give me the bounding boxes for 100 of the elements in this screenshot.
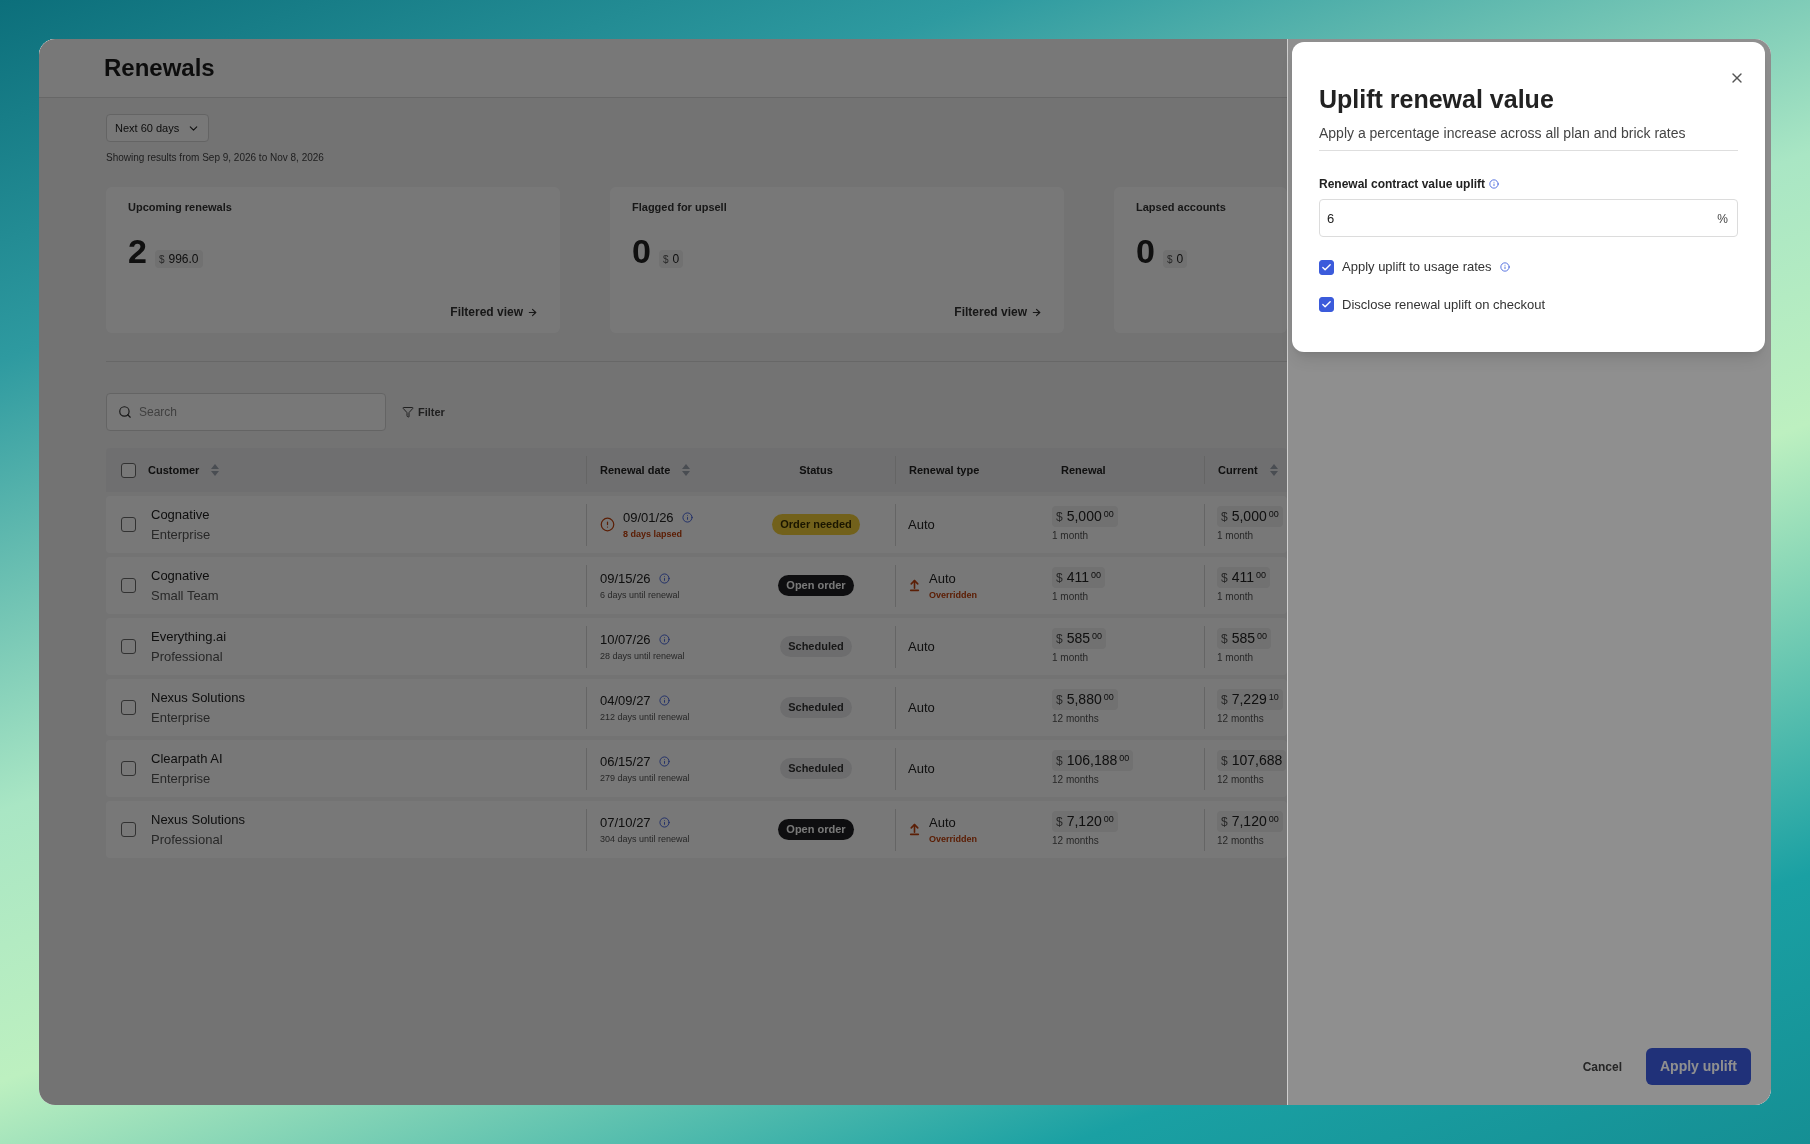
- filtered-view-link[interactable]: Filtered view: [450, 303, 538, 321]
- info-icon[interactable]: [1489, 179, 1500, 190]
- renewal-type: Auto: [908, 698, 935, 717]
- column-header: Status: [799, 462, 833, 478]
- term: 12 months: [1052, 834, 1100, 848]
- term: 1 month: [1052, 529, 1090, 543]
- term: 1 month: [1052, 651, 1090, 665]
- amount: $ 106,188$^{00}$: [1052, 750, 1134, 771]
- info-icon[interactable]: [658, 756, 670, 768]
- arrow-right-icon: [1031, 306, 1042, 318]
- filter-icon: [402, 406, 414, 418]
- select-all-checkbox[interactable]: [121, 462, 136, 478]
- option-checkbox[interactable]: [1319, 297, 1334, 312]
- search-icon: [118, 405, 132, 419]
- plan-name: Enterprise: [151, 525, 211, 544]
- sort-icon[interactable]: [211, 464, 220, 476]
- cancel-button[interactable]: Cancel: [1574, 1057, 1630, 1076]
- table-row[interactable]: Nexus Solutions Professional 07/10/27 304 days until renewal Open order Auto Overridden $ 7,120$^{00}$ 12 months $ 7,120$^{00}$ 12 months: [106, 801, 1287, 858]
- table-row[interactable]: Nexus Solutions Enterprise 04/09/27 212 days until renewal Scheduled Auto $ 5,880$^{00}$ 12 months $ 7,229$^{10}$ 12 months: [106, 679, 1287, 736]
- sort-icon[interactable]: [682, 464, 691, 476]
- renewal-type: Auto: [908, 515, 935, 534]
- table-row[interactable]: Cognative Enterprise 09/01/26 8 days lapsed Order needed Auto $ 5,000$^{00}$ 1 month $ 5,000$^{00}$ 1 month: [106, 496, 1287, 553]
- status-badge: Open order: [778, 819, 854, 840]
- info-icon[interactable]: [658, 573, 670, 585]
- plan-name: Professional: [151, 647, 224, 666]
- row-checkbox[interactable]: [121, 578, 136, 593]
- amount: $ 7,120$^{00}$: [1052, 811, 1118, 832]
- term: 12 months: [1052, 712, 1100, 726]
- renewal-date: 04/09/27: [600, 692, 651, 710]
- date-note: 28 days until renewal: [600, 649, 685, 663]
- info-icon[interactable]: [658, 695, 670, 707]
- page-title: Renewals: [104, 53, 215, 83]
- row-checkbox[interactable]: [121, 822, 136, 837]
- term: 1 month: [1217, 590, 1255, 604]
- option-label: Apply uplift to usage rates: [1342, 258, 1492, 277]
- amount: $ 7,229$^{10}$: [1217, 689, 1283, 710]
- column-header: Renewal type: [909, 462, 980, 478]
- term: 12 months: [1217, 712, 1265, 726]
- info-icon[interactable]: [658, 817, 670, 829]
- row-checkbox[interactable]: [121, 639, 136, 654]
- amount: $ 411$^{00}$: [1217, 567, 1271, 588]
- info-icon[interactable]: [681, 512, 693, 524]
- column-header: Renewal: [1061, 462, 1106, 478]
- range-note: Showing results from Sep 9, 2026 to Nov 8, 2026: [106, 151, 325, 165]
- amount: $ 411$^{00}$: [1052, 567, 1106, 588]
- row-checkbox[interactable]: [121, 761, 136, 776]
- sort-icon[interactable]: [1269, 464, 1278, 476]
- column-header: Customer: [148, 462, 200, 478]
- term: 12 months: [1217, 773, 1265, 787]
- renewal-type: Auto: [929, 814, 957, 832]
- amount: $ 5,000$^{00}$: [1217, 506, 1283, 527]
- customer-name: Clearpath AI: [151, 750, 223, 768]
- search-field[interactable]: Search: [106, 393, 386, 431]
- card-amount: $ 996.0: [154, 249, 203, 268]
- renewal-date: 06/15/27: [600, 753, 651, 771]
- status-badge: Scheduled: [780, 697, 852, 718]
- customer-name: Everything.ai: [151, 628, 227, 646]
- renewal-date: 09/15/26: [600, 570, 651, 588]
- date-note: 304 days until renewal: [600, 832, 690, 846]
- table-row[interactable]: Clearpath AI Enterprise 06/15/27 279 days until renewal Scheduled Auto $ 106,188$^{00}$ 12 months $ 107,688 12 months: [106, 740, 1287, 797]
- dialog-title: Uplift renewal value: [1319, 84, 1555, 115]
- card-amount: $ 0: [1162, 249, 1188, 268]
- card-amount: $ 0: [658, 249, 684, 268]
- option-checkbox[interactable]: [1319, 259, 1334, 275]
- row-checkbox[interactable]: [121, 517, 136, 532]
- option-label: Disclose renewal uplift on checkout: [1342, 295, 1546, 314]
- info-icon[interactable]: [1499, 262, 1510, 272]
- column-header: Renewal date: [600, 462, 671, 478]
- customer-name: Cognative: [151, 567, 211, 585]
- renewal-date: 10/07/26: [600, 631, 651, 649]
- customer-name: Nexus Solutions: [151, 811, 245, 829]
- check-icon: [1321, 299, 1332, 310]
- amount: $ 7,120$^{00}$: [1217, 811, 1283, 832]
- check-icon: [1321, 261, 1332, 273]
- card-count: 0: [1136, 233, 1155, 268]
- plan-name: Enterprise: [151, 708, 212, 727]
- range-dropdown[interactable]: Next 60 days: [106, 114, 210, 142]
- card-count: 2: [128, 233, 147, 268]
- renewal-date: 07/10/27: [600, 814, 651, 832]
- term: 1 month: [1217, 529, 1255, 543]
- card-label: Upcoming renewals: [128, 200, 233, 215]
- amount: $ 585$^{00}$: [1052, 628, 1107, 649]
- arrow-right-icon: [527, 306, 538, 318]
- table-row[interactable]: Everything.ai Professional 10/07/26 28 days until renewal Scheduled Auto $ 585$^{00}$ 1 month $ 585$^{00}$ 1 month: [106, 618, 1287, 675]
- filtered-view-link[interactable]: Filtered view: [954, 303, 1042, 321]
- field-label: Renewal contract value uplift: [1319, 176, 1486, 194]
- apply-uplift-button[interactable]: Apply uplift: [1646, 1048, 1751, 1085]
- table-row[interactable]: Cognative Small Team 09/15/26 6 days until renewal Open order Auto Overridden $ 411$^{00}$ 1 month $ 411$^{00}$ 1 month: [106, 557, 1287, 614]
- percent-suffix: %: [1717, 211, 1728, 229]
- status-badge: Scheduled: [780, 636, 852, 657]
- renewal-type: Auto: [929, 570, 957, 588]
- row-checkbox[interactable]: [121, 700, 136, 715]
- card-label: Flagged for upsell: [632, 200, 728, 215]
- filter-button[interactable]: Filter: [402, 403, 445, 421]
- term: 12 months: [1217, 834, 1265, 848]
- card-count: 0: [632, 233, 651, 268]
- info-icon[interactable]: [658, 634, 670, 646]
- override-note: Overridden: [929, 832, 977, 846]
- term: 1 month: [1052, 590, 1090, 604]
- amount: $ 585$^{00}$: [1217, 628, 1272, 649]
